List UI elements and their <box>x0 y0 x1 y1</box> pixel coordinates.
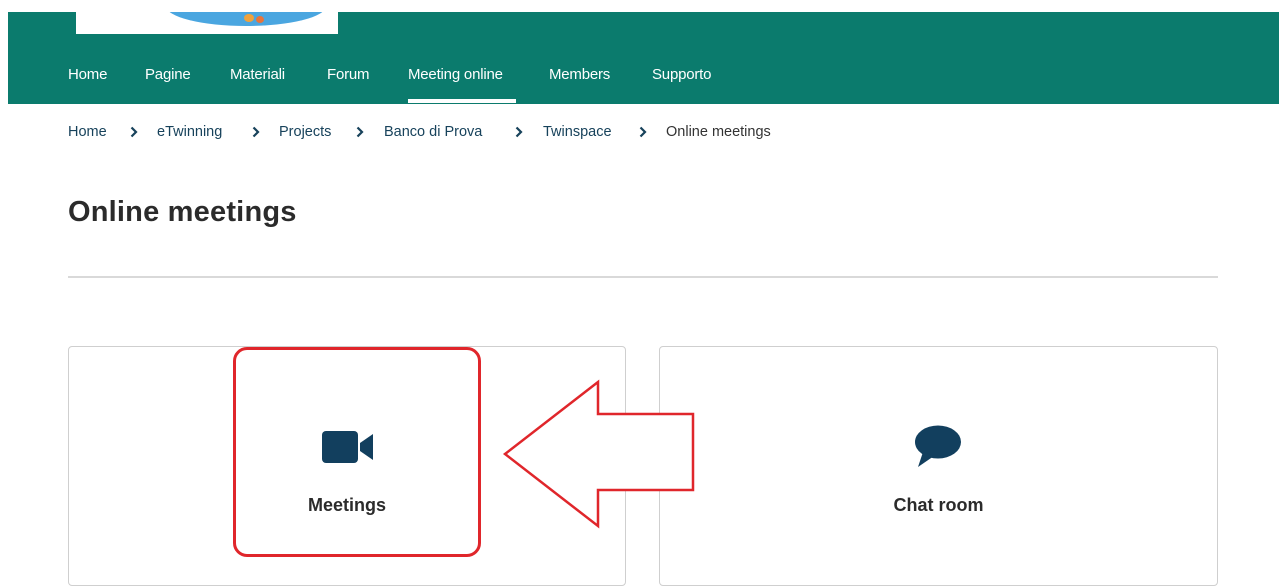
meetings-card-label: Meetings <box>307 495 386 515</box>
breadcrumb-item-projects[interactable]: Projects <box>279 124 331 140</box>
nav-item-materiali[interactable]: Materiali <box>230 66 285 83</box>
chat-room-card-label: Chat room <box>893 495 984 515</box>
site-logo[interactable] <box>76 12 338 34</box>
nav-active-indicator <box>408 99 516 103</box>
chevron-right-icon <box>515 126 523 138</box>
title-divider <box>68 276 1218 278</box>
chat-room-card[interactable]: Chat room <box>659 346 1218 586</box>
page-title: Online meetings <box>68 196 297 228</box>
breadcrumb-item-twinspace[interactable]: Twinspace <box>543 124 612 140</box>
chevron-right-icon <box>252 126 260 138</box>
nav-item-meeting-online[interactable]: Meeting online <box>408 66 503 83</box>
video-camera-icon <box>322 431 373 463</box>
breadcrumb-item-current: Online meetings <box>666 124 771 140</box>
breadcrumb-item-etwinning[interactable]: eTwinning <box>157 124 222 140</box>
speech-bubble-icon <box>915 425 961 467</box>
nav-item-members[interactable]: Members <box>549 66 610 83</box>
nav-item-supporto[interactable]: Supporto <box>652 66 711 83</box>
chevron-right-icon <box>130 126 138 138</box>
breadcrumb-item-home[interactable]: Home <box>68 124 107 140</box>
nav-item-forum[interactable]: Forum <box>327 66 370 83</box>
chevron-right-icon <box>356 126 364 138</box>
breadcrumb-item-banco-di-prova[interactable]: Banco di Prova <box>384 124 482 140</box>
meetings-card[interactable]: Meetings <box>68 346 626 586</box>
nav-item-home[interactable]: Home <box>68 66 107 83</box>
top-navbar <box>8 12 1279 104</box>
chevron-right-icon <box>639 126 647 138</box>
nav-item-pagine[interactable]: Pagine <box>145 66 191 83</box>
